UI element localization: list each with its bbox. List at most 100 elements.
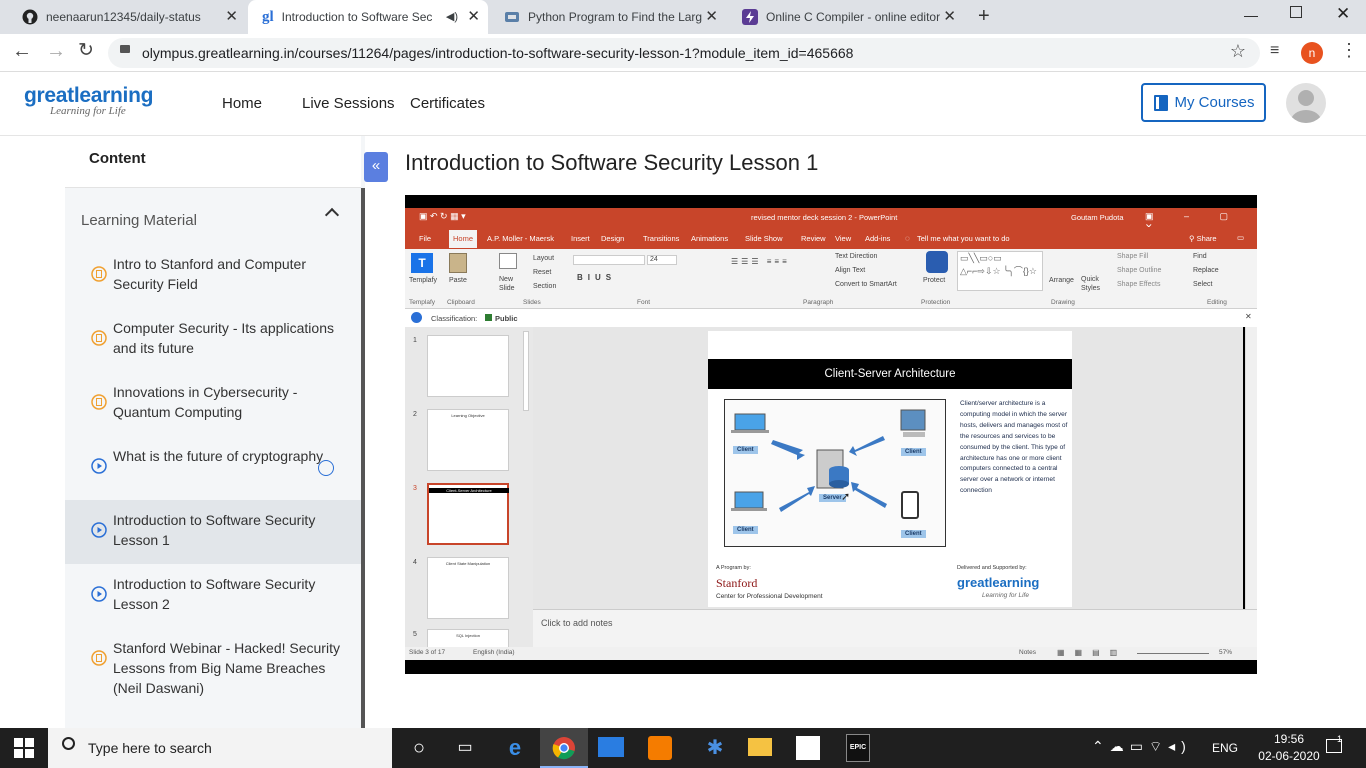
shapes-gallery[interactable]: ▭╲╲▭○▭ △⌐⌐⇨⇩☆ ╰╮⌒{}☆ xyxy=(957,251,1043,291)
taskbar-search[interactable]: Type here to search xyxy=(48,728,392,768)
shape-fill-button[interactable]: Shape Fill xyxy=(1117,253,1148,260)
sidebar-item[interactable]: Introduction to Software Security Lesson… xyxy=(65,564,361,628)
align-text-button[interactable]: Align Text xyxy=(835,267,865,274)
store-icon[interactable] xyxy=(796,736,820,760)
comment-icon[interactable]: ▭ xyxy=(1237,233,1244,242)
quick-styles-button[interactable]: Quick Styles xyxy=(1081,275,1103,293)
ppt-tab[interactable]: Transitions xyxy=(643,234,679,243)
templafy-button[interactable]: T xyxy=(411,253,433,273)
sidebar-item[interactable]: What is the future of cryptography xyxy=(65,436,361,500)
collapse-sidebar-button[interactable]: « xyxy=(364,152,388,182)
task-view-icon[interactable]: ▭ xyxy=(450,733,480,763)
windows-start-icon[interactable] xyxy=(14,738,34,758)
menu-dots-icon[interactable]: ⋮ xyxy=(1340,40,1358,61)
slide-thumbnail[interactable]: SQL Injection xyxy=(427,629,509,647)
sidebar-item[interactable]: Computer Security - Its applications and… xyxy=(65,308,361,372)
close-tab-icon[interactable]: ✕ xyxy=(705,9,718,24)
reload-icon[interactable]: ↻ xyxy=(78,39,94,62)
minimize-icon[interactable]: — xyxy=(1244,7,1258,23)
reset-button[interactable]: Reset xyxy=(533,269,551,276)
nav-live-sessions[interactable]: Live Sessions xyxy=(302,95,395,112)
nav-home[interactable]: Home xyxy=(222,95,262,112)
font-name-box[interactable] xyxy=(573,255,645,265)
notes-toggle[interactable]: Notes xyxy=(1019,649,1036,656)
tab-greatlearning[interactable]: gl Introduction to Software Sec ◀︎) ✕ xyxy=(248,0,488,34)
nav-certificates[interactable]: Certificates xyxy=(410,95,485,112)
star-icon[interactable]: ☆ xyxy=(1230,41,1246,62)
speaker-icon[interactable]: ◀︎) xyxy=(446,10,458,23)
clock-time[interactable]: 19:56 xyxy=(1264,732,1314,746)
settings-app-icon[interactable]: ✱ xyxy=(700,733,730,763)
forward-icon[interactable]: → xyxy=(46,40,66,63)
lesson-video-player[interactable]: ▣ ↶ ↻ ▦ ▾ revised mentor deck session 2 … xyxy=(405,195,1257,674)
font-format-buttons[interactable]: BIUS xyxy=(577,273,616,282)
restore-icon[interactable] xyxy=(1290,6,1302,18)
ppt-tell-me[interactable]: Tell me what you want to do xyxy=(917,234,1010,243)
slide-thumbnail[interactable]: Client-Server Architecture xyxy=(427,483,509,545)
font-size-box[interactable]: 24 xyxy=(647,255,677,265)
select-button[interactable]: Select xyxy=(1193,281,1212,288)
smartart-button[interactable]: Convert to SmartArt xyxy=(835,281,897,288)
epic-games-icon[interactable]: EPIC xyxy=(846,734,870,762)
ppt-share[interactable]: ⚲ Share xyxy=(1189,234,1217,243)
paragraph-icons[interactable]: ☰☰☰ ≡≡≡ xyxy=(731,257,790,266)
zoom-slider[interactable] xyxy=(1137,653,1209,654)
tab-github[interactable]: neenaarun12345/daily-status ✕ xyxy=(8,0,246,34)
file-explorer-icon[interactable] xyxy=(748,738,772,756)
back-icon[interactable]: ← xyxy=(12,40,32,63)
ppt-tab[interactable]: Slide Show xyxy=(745,234,783,243)
sidebar-item[interactable]: Introduction to Software Security Lesson… xyxy=(65,500,361,564)
thumbnail-scrollbar[interactable] xyxy=(523,331,529,411)
my-courses-button[interactable]: My Courses xyxy=(1141,83,1266,122)
edge-icon[interactable]: e xyxy=(500,733,530,763)
tab-python[interactable]: Python Program to Find the Larg ✕ xyxy=(490,0,726,34)
system-tray-icons[interactable]: ⌃☁▭⌔◂) xyxy=(1092,738,1192,756)
section-button[interactable]: Section xyxy=(533,283,556,290)
sidebar-item[interactable]: Innovations in Cybersecurity - Quantum C… xyxy=(65,372,361,436)
xampp-icon[interactable] xyxy=(648,736,672,760)
ppt-tab[interactable]: A.P. Moller - Maersk xyxy=(487,234,554,243)
slide-thumbnail[interactable]: Client State Manipulation xyxy=(427,557,509,619)
protect-icon[interactable] xyxy=(926,251,948,273)
replace-button[interactable]: Replace xyxy=(1193,267,1219,274)
shape-effects-button[interactable]: Shape Effects xyxy=(1117,281,1160,288)
layout-button[interactable]: Layout xyxy=(533,255,554,262)
ppt-tab[interactable]: Home xyxy=(449,230,478,248)
tab-online-c[interactable]: Online C Compiler - online editor ✕ xyxy=(728,0,964,34)
close-tab-icon[interactable]: ✕ xyxy=(467,9,480,24)
completion-circle-icon[interactable] xyxy=(318,460,334,476)
ppt-tab[interactable]: File xyxy=(419,234,431,243)
ppt-tab[interactable]: View xyxy=(835,234,851,243)
media-icon[interactable]: ≡ xyxy=(1270,42,1279,60)
arrange-button[interactable]: Arrange xyxy=(1049,277,1074,284)
mail-icon[interactable] xyxy=(598,737,624,757)
paste-icon[interactable] xyxy=(449,253,467,273)
user-avatar[interactable] xyxy=(1286,83,1326,123)
view-buttons[interactable]: ▦▦▤▥ xyxy=(1057,648,1127,657)
ppt-tab[interactable]: Design xyxy=(601,234,624,243)
shape-outline-button[interactable]: Shape Outline xyxy=(1117,267,1161,274)
clock-date[interactable]: 02-06-2020 xyxy=(1254,749,1324,763)
text-direction-button[interactable]: Text Direction xyxy=(835,253,877,260)
slide[interactable]: Client-Server Architecture Client Client… xyxy=(708,331,1072,607)
close-tab-icon[interactable]: ✕ xyxy=(943,9,956,24)
ppt-tab[interactable]: Animations xyxy=(691,234,728,243)
chevron-up-icon[interactable] xyxy=(324,207,340,223)
close-tab-icon[interactable]: ✕ xyxy=(225,9,238,24)
profile-avatar[interactable]: n xyxy=(1301,42,1323,64)
slide-thumbnail[interactable] xyxy=(427,335,509,397)
sidebar-item[interactable]: Stanford Webinar - Hacked! Security Less… xyxy=(65,628,361,696)
ppt-tab[interactable]: Review xyxy=(801,234,826,243)
logo[interactable]: greatlearning Learning for Life xyxy=(24,84,153,117)
find-button[interactable]: Find xyxy=(1193,253,1207,260)
ppt-tab[interactable]: Insert xyxy=(571,234,590,243)
new-tab-icon[interactable]: + xyxy=(978,5,990,28)
slide-thumbnail[interactable]: Learning Objective xyxy=(427,409,509,471)
close-window-icon[interactable]: ✕ xyxy=(1336,4,1350,24)
chrome-taskbar-button[interactable] xyxy=(540,728,588,768)
cortana-icon[interactable]: ○ xyxy=(404,733,434,763)
sidebar-scrollbar[interactable] xyxy=(361,188,365,728)
close-bar-icon[interactable]: ✕ xyxy=(1245,312,1252,321)
url-field[interactable]: olympus.greatlearning.in/courses/11264/p… xyxy=(108,38,1260,68)
language-indicator[interactable]: ENG xyxy=(1212,741,1238,755)
